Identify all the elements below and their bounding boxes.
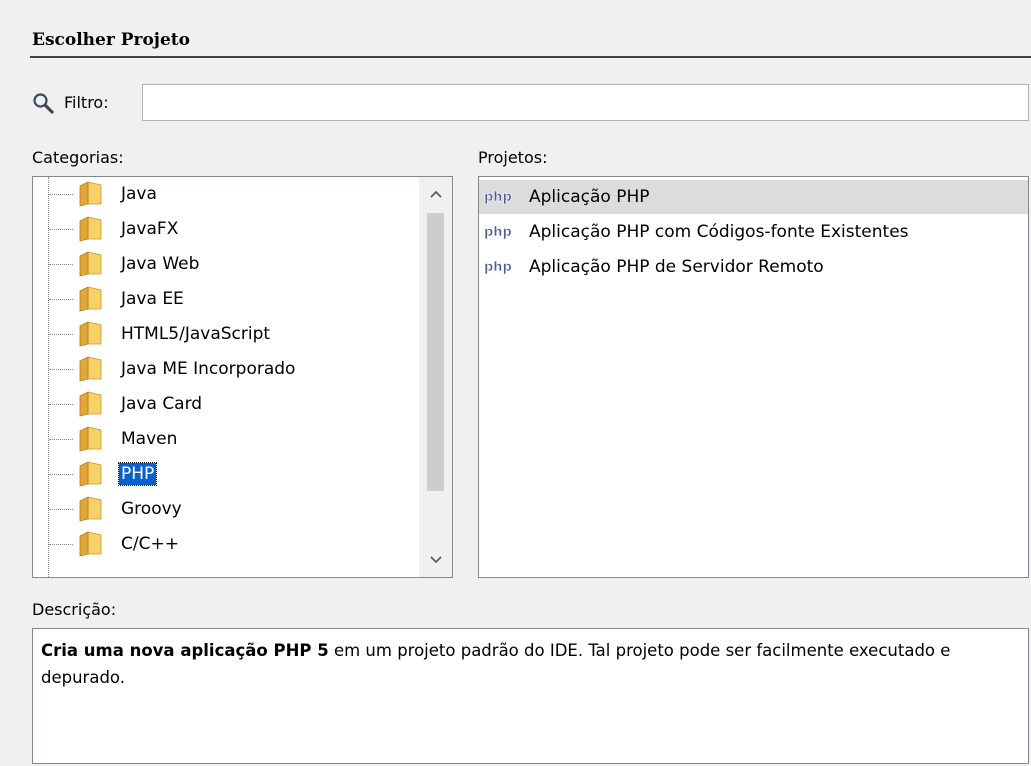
search-icon bbox=[33, 93, 54, 114]
php-icon: php bbox=[484, 225, 512, 241]
category-item[interactable]: PHP bbox=[33, 457, 419, 491]
project-item[interactable]: php Aplicação PHP com Códigos-fonte Exist… bbox=[479, 215, 1028, 249]
categories-label: Categorias: bbox=[32, 148, 124, 167]
category-label: C/C++ bbox=[121, 534, 179, 554]
folder-icon bbox=[79, 531, 102, 557]
category-label: HTML5/JavaScript bbox=[121, 324, 271, 344]
folder-icon bbox=[79, 321, 102, 347]
folder-icon bbox=[79, 461, 102, 487]
category-label: Java ME Incorporado bbox=[121, 359, 296, 379]
folder-icon bbox=[79, 426, 102, 452]
project-item[interactable]: php Aplicação PHP de Servidor Remoto bbox=[479, 250, 1028, 284]
category-item[interactable]: Java Card bbox=[33, 387, 419, 421]
projects-list[interactable]: php Aplicação PHP php Aplicação PHP com Cód… bbox=[478, 176, 1029, 578]
tree-branch bbox=[49, 544, 73, 545]
tree-branch bbox=[49, 264, 73, 265]
project-label: Aplicação PHP com Códigos-fonte Existent… bbox=[529, 222, 909, 242]
category-item[interactable]: HTML5/JavaScript bbox=[33, 317, 419, 351]
scroll-up-button[interactable] bbox=[419, 177, 452, 211]
php-icon: php bbox=[484, 190, 512, 206]
scroll-down-button[interactable] bbox=[419, 543, 452, 577]
tree-branch bbox=[49, 404, 73, 405]
category-item[interactable]: Java ME Incorporado bbox=[33, 352, 419, 386]
folder-icon bbox=[79, 181, 102, 207]
project-label: Aplicação PHP de Servidor Remoto bbox=[529, 257, 824, 277]
tree-branch bbox=[49, 334, 73, 335]
project-label: Aplicação PHP bbox=[529, 187, 650, 207]
description-box: Cria uma nova aplicação PHP 5 em um proj… bbox=[32, 628, 1029, 764]
category-item[interactable]: JavaFX bbox=[33, 212, 419, 246]
category-item[interactable]: Java EE bbox=[33, 282, 419, 316]
category-label: Maven bbox=[121, 429, 178, 449]
category-item[interactable]: Java bbox=[33, 177, 419, 211]
title-divider bbox=[30, 56, 1031, 58]
chevron-down-icon bbox=[429, 556, 442, 564]
category-item[interactable]: Maven bbox=[33, 422, 419, 456]
category-item[interactable]: Java Web bbox=[33, 247, 419, 281]
scroll-thumb[interactable] bbox=[427, 213, 444, 491]
tree-branch bbox=[49, 474, 73, 475]
category-label: PHP bbox=[117, 462, 158, 486]
category-label: Java bbox=[121, 184, 157, 204]
php-icon: php bbox=[484, 260, 512, 276]
category-label: Java EE bbox=[121, 289, 184, 309]
folder-icon bbox=[79, 496, 102, 522]
description-label: Descrição: bbox=[32, 600, 117, 619]
folder-icon bbox=[79, 251, 102, 277]
php-icon-text: php bbox=[484, 260, 512, 275]
category-label: JavaFX bbox=[121, 219, 179, 239]
folder-icon bbox=[79, 356, 102, 382]
tree-branch bbox=[49, 509, 73, 510]
folder-icon bbox=[79, 216, 102, 242]
description-bold: Cria uma nova aplicação PHP 5 bbox=[41, 641, 329, 660]
tree-branch bbox=[49, 229, 73, 230]
project-item[interactable]: php Aplicação PHP bbox=[479, 180, 1028, 214]
tree-branch bbox=[49, 439, 73, 440]
tree-branch bbox=[49, 369, 73, 370]
tree-branch bbox=[49, 299, 73, 300]
page-title: Escolher Projeto bbox=[32, 30, 190, 50]
categories-tree[interactable]: Java JavaFX Java Web Java EE HTML5/JavaScrip… bbox=[32, 176, 453, 578]
category-item[interactable]: Groovy bbox=[33, 492, 419, 526]
category-label: Java Web bbox=[121, 254, 200, 274]
folder-icon bbox=[79, 391, 102, 417]
category-label: Java Card bbox=[121, 394, 203, 414]
filter-label: Filtro: bbox=[64, 93, 109, 112]
categories-scrollbar[interactable] bbox=[419, 177, 452, 577]
filter-input[interactable] bbox=[142, 84, 1029, 121]
php-icon-text: php bbox=[484, 190, 512, 205]
projects-label: Projetos: bbox=[478, 148, 548, 167]
category-item[interactable]: C/C++ bbox=[33, 527, 419, 561]
chevron-up-icon bbox=[429, 190, 442, 198]
php-icon-text: php bbox=[484, 225, 512, 240]
tree-branch bbox=[49, 194, 73, 195]
category-label: Groovy bbox=[121, 499, 182, 519]
folder-icon bbox=[79, 286, 102, 312]
